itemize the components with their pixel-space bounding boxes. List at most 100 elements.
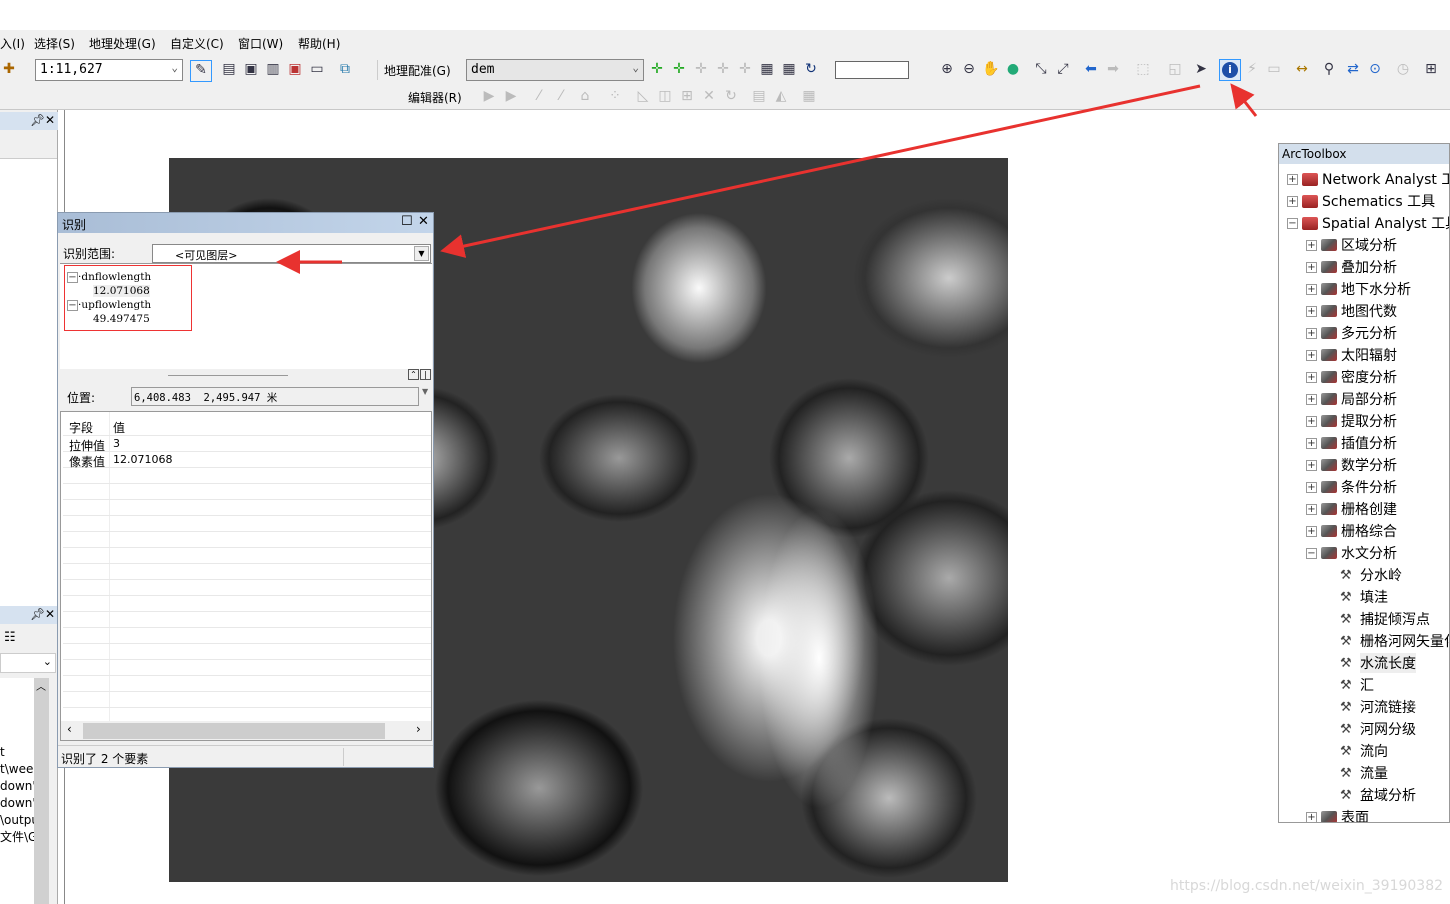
toolset-item[interactable]: + 提取分析 — [1306, 410, 1397, 432]
vertical-scrollbar[interactable]: ︿ — [34, 678, 49, 904]
horizontal-scrollbar[interactable]: ‹ › — [61, 721, 431, 740]
go-to-xy-icon[interactable]: ⊙ — [1366, 60, 1384, 78]
toolset-item[interactable]: + 条件分析 — [1306, 476, 1397, 498]
toolset-item[interactable]: + 太阳辐射 — [1306, 344, 1397, 366]
python-icon[interactable]: ▭ — [308, 60, 326, 78]
scale-combo[interactable]: 1:11,627 ⌄ — [35, 59, 183, 81]
edit-annotation-icon[interactable]: ▶ — [502, 87, 520, 105]
identify-icon[interactable]: i — [1219, 59, 1241, 81]
expand-icon[interactable]: + — [1306, 239, 1317, 251]
toolset-item[interactable]: + 栅格综合 — [1306, 520, 1397, 542]
menu-help[interactable]: 帮助(H) — [298, 35, 340, 52]
view-link-table-icon[interactable]: ▦ — [758, 60, 776, 78]
zoom-in-icon[interactable]: ⊕ — [938, 60, 956, 78]
toolset-item[interactable]: + 表面 — [1306, 806, 1369, 822]
tool-item[interactable]: ⚒ 河网分级 — [1340, 718, 1416, 740]
tool-item[interactable]: ⚒ 分水岭 — [1340, 564, 1402, 586]
split-icon[interactable]: ✕ — [700, 87, 718, 105]
arctoolbox-icon[interactable]: ▣ — [286, 60, 304, 78]
dropdown[interactable]: ⌄ — [0, 653, 56, 673]
expand-icon[interactable]: + — [1306, 481, 1317, 493]
sketch-properties-icon[interactable]: ◭ — [772, 87, 790, 105]
chevron-down-icon[interactable]: ▼ — [414, 246, 429, 261]
find-route-icon[interactable]: ⇄ — [1344, 60, 1362, 78]
pin-icon[interactable]: 📌︎ — [30, 607, 45, 621]
close-icon[interactable]: ✕ — [45, 113, 55, 127]
expand-icon[interactable]: + — [1306, 283, 1317, 295]
edit-tool-icon[interactable]: ▶ — [480, 87, 498, 105]
back-extent-icon[interactable]: ⬅ — [1082, 60, 1100, 78]
expand-icon[interactable]: + — [1287, 173, 1298, 185]
layer-combo[interactable]: dem ⌄ — [466, 59, 644, 81]
catalog-icon[interactable]: ▣ — [242, 60, 260, 78]
expand-icon[interactable]: ⌃ — [408, 369, 419, 380]
expand-icon[interactable]: + — [1306, 525, 1317, 537]
find-icon[interactable]: ⚲ — [1320, 60, 1338, 78]
tool-item[interactable]: ⚒ 流量 — [1340, 762, 1388, 784]
forward-extent-icon[interactable]: ➡ — [1104, 60, 1122, 78]
tool-item[interactable]: ⚒ 盆域分析 — [1340, 784, 1416, 806]
menu-insert[interactable]: 入(I) — [0, 35, 25, 52]
toolset-item[interactable]: + 密度分析 — [1306, 366, 1397, 388]
straight-segment-icon[interactable]: ⁄ — [530, 87, 548, 105]
pan-icon[interactable]: ✋ — [982, 60, 1000, 78]
tool-item[interactable]: ⚒ 捕捉倾泻点 — [1340, 608, 1430, 630]
hyperlink-icon[interactable]: ⚡ — [1243, 60, 1261, 78]
expand-icon[interactable]: + — [1306, 393, 1317, 405]
chevron-up-icon[interactable]: ︿ — [36, 678, 46, 693]
editor-toolbar-icon[interactable]: ✎ — [190, 60, 212, 82]
rotate-icon[interactable]: ↻ — [802, 60, 820, 78]
expand-icon[interactable]: + — [1306, 437, 1317, 449]
scrollbar-thumb[interactable] — [83, 723, 385, 739]
select-link-icon[interactable]: ✛ — [692, 60, 710, 78]
rotate-edit-icon[interactable]: ↻ — [722, 87, 740, 105]
fixed-zoom-out-icon[interactable]: ⤢ — [1054, 60, 1072, 78]
collapse-icon[interactable]: − — [1287, 217, 1298, 229]
table-row[interactable]: 拉伸值 3 — [63, 436, 431, 453]
html-popup-icon[interactable]: ▭ — [1265, 60, 1283, 78]
toolbox-network-analyst[interactable]: + Network Analyst 工具 — [1287, 168, 1449, 190]
tree-value-node[interactable]: 12.071068 — [67, 284, 151, 298]
toolset-item[interactable]: + 叠加分析 — [1306, 256, 1397, 278]
toolbox-spatial-analyst[interactable]: − Spatial Analyst 工具 — [1287, 212, 1449, 234]
expand-icon[interactable]: + — [1306, 349, 1317, 361]
delete-link-icon[interactable]: ✛ — [736, 60, 754, 78]
list-icon[interactable]: ☷ — [4, 630, 16, 645]
clear-selection-icon[interactable]: ◱ — [1166, 60, 1184, 78]
expand-icon[interactable]: + — [1306, 371, 1317, 383]
collapse-icon[interactable]: − — [67, 300, 78, 311]
zoom-to-link-icon[interactable]: ✛ — [714, 60, 732, 78]
toolset-item[interactable]: + 多元分析 — [1306, 322, 1397, 344]
model-builder-icon[interactable]: ⧉ — [336, 60, 354, 78]
expand-icon[interactable]: + — [1306, 327, 1317, 339]
toolset-item[interactable]: + 地下水分析 — [1306, 278, 1411, 300]
create-features-icon[interactable]: ▦ — [800, 87, 818, 105]
point-icon[interactable]: ⁘ — [606, 87, 624, 105]
create-viewer-icon[interactable]: ⊞ — [1422, 60, 1440, 78]
expand-icon[interactable]: + — [1306, 811, 1317, 822]
expand-icon[interactable]: + — [1306, 415, 1317, 427]
edit-vertices-icon[interactable]: ◺ — [634, 87, 652, 105]
expand-icon[interactable]: + — [1306, 503, 1317, 515]
toolset-item[interactable]: + 栅格创建 — [1306, 498, 1397, 520]
measure-icon[interactable]: ↔ — [1293, 60, 1311, 78]
zoom-out-icon[interactable]: ⊖ — [960, 60, 978, 78]
tool-item[interactable]: ⚒ 栅格河网矢量化 — [1340, 630, 1449, 652]
editor-menu[interactable]: 编辑器(R) — [408, 89, 462, 106]
expand-icon[interactable]: + — [1287, 195, 1298, 207]
close-icon[interactable]: ✕ — [418, 214, 429, 229]
tool-item[interactable]: ⚒ 汇 — [1340, 674, 1374, 696]
select-elements-icon[interactable]: ➤ — [1192, 60, 1210, 78]
tool-item[interactable]: ⚒ 河流链接 — [1340, 696, 1416, 718]
menu-customize[interactable]: 自定义(C) — [170, 35, 224, 52]
table-row[interactable]: 像素值 12.071068 — [63, 452, 431, 469]
link-table-icon[interactable]: ▦ — [780, 60, 798, 78]
toolset-item[interactable]: + 区域分析 — [1306, 234, 1397, 256]
toolset-item[interactable]: + 局部分析 — [1306, 388, 1397, 410]
close-icon[interactable]: ✕ — [45, 607, 55, 621]
reshape-icon[interactable]: ◫ — [656, 87, 674, 105]
toolbox-schematics[interactable]: + Schematics 工具 — [1287, 190, 1435, 212]
menu-selection[interactable]: 选择(S) — [34, 35, 75, 52]
add-data-icon[interactable]: ✚ — [0, 60, 18, 78]
time-slider-icon[interactable]: ◷ — [1394, 60, 1412, 78]
